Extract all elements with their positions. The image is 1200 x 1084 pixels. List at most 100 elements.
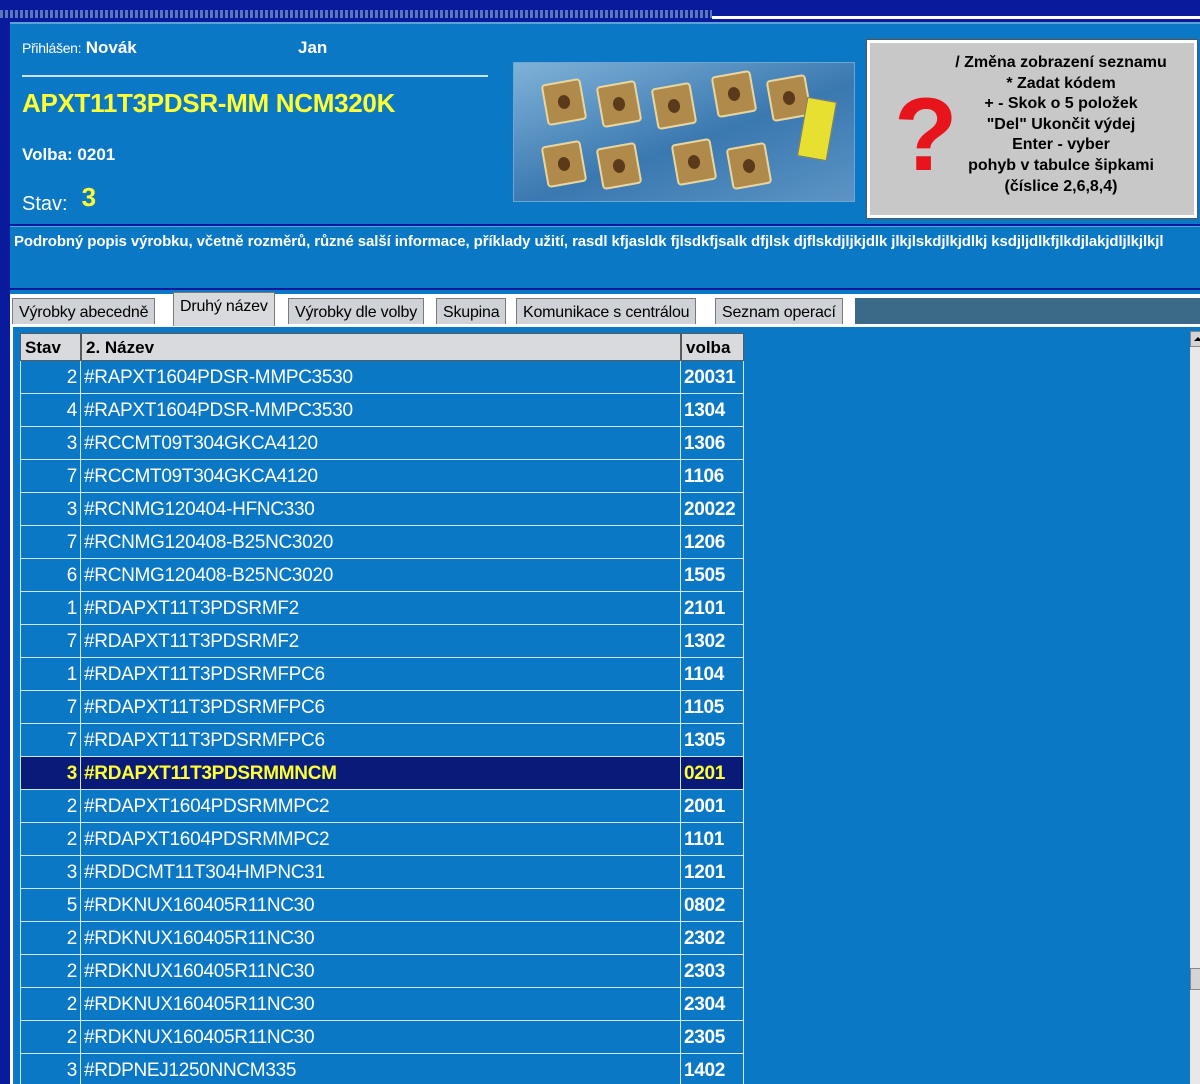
tab-vyrobky-abecedne[interactable]: Výrobky abecedně — [12, 298, 156, 326]
row-stav-cell: 2 — [20, 823, 81, 856]
table-row[interactable]: 7 #RDAPXT11T3PDSRMFPC6 1105 — [20, 691, 744, 724]
column-header-volba[interactable]: volba — [681, 333, 744, 361]
help-box: ? / Změna zobrazení seznamu * Zadat kóde… — [866, 39, 1198, 219]
table-row[interactable]: 3 #RCNMG120404-HFNC330 20022 — [20, 493, 744, 526]
row-volba-cell: 1106 — [681, 460, 744, 493]
row-name-cell: #RDDCMT11T304HMPNC31 — [81, 856, 681, 889]
row-volba-cell: 1206 — [681, 526, 744, 559]
help-line: pohyb v tabulce šipkami — [968, 156, 1154, 174]
vertical-scrollbar[interactable] — [1190, 331, 1200, 1084]
row-name-cell: #RDKNUX160405R11NC30 — [81, 988, 681, 1021]
row-stav-cell: 1 — [20, 592, 81, 625]
row-stav-cell: 3 — [20, 856, 81, 889]
table-row[interactable]: 3 #RDDCMT11T304HMPNC31 1201 — [20, 856, 744, 889]
row-volba-cell: 2001 — [681, 790, 744, 823]
tab-druhy-nazev[interactable]: Druhý název — [173, 292, 275, 326]
scroll-thumb[interactable] — [1190, 968, 1200, 990]
title-strip — [0, 0, 1200, 20]
tab-bar: Výrobky abecedně Druhý název Výrobky dle… — [10, 292, 1200, 326]
help-line: * Zadat kódem — [1006, 74, 1116, 92]
tab-skupina[interactable]: Skupina — [436, 298, 507, 326]
row-name-cell: #RDKNUX160405R11NC30 — [81, 1021, 681, 1054]
table-row[interactable]: 7 #RCNMG120408-B25NC3020 1206 — [20, 526, 744, 559]
insert-image — [595, 79, 643, 129]
tab-seznam-operaci[interactable]: Seznam operací — [715, 298, 843, 326]
table-row[interactable]: 7 #RDAPXT11T3PDSRMFPC6 1305 — [20, 724, 744, 757]
title-strip-line — [712, 16, 1200, 19]
tab-vyrobky-dle-volby[interactable]: Výrobky dle volby — [288, 298, 424, 326]
header-divider — [22, 75, 488, 77]
table-row[interactable]: 2 #RDKNUX160405R11NC30 2304 — [20, 988, 744, 1021]
row-stav-cell: 7 — [20, 460, 81, 493]
stav-info: Stav: 3 — [22, 182, 96, 217]
table-row[interactable]: 3 #RDPNEJ1250NNCM335 1402 — [20, 1054, 744, 1084]
help-line: / Změna zobrazení seznamu — [955, 54, 1167, 71]
row-name-cell: #RDAPXT11T3PDSRMF2 — [81, 592, 681, 625]
row-volba-cell: 2305 — [681, 1021, 744, 1054]
table-row[interactable]: 7 #RDAPXT11T3PDSRMF2 1302 — [20, 625, 744, 658]
row-stav-cell: 6 — [20, 559, 81, 592]
table-row[interactable]: 5 #RDKNUX160405R11NC30 0802 — [20, 889, 744, 922]
login-label: Přihlášen: — [22, 40, 82, 56]
table-row[interactable]: 3 #RDAPXT11T3PDSRMMNCM 0201 — [20, 757, 744, 790]
product-table: Stav 2. Název volba 2 #RAPXT1604PDSR-MMPC… — [10, 324, 1200, 1084]
row-stav-cell: 3 — [20, 757, 81, 790]
row-volba-cell: 0802 — [681, 889, 744, 922]
table-row[interactable]: 6 #RCNMG120408-B25NC3020 1505 — [20, 559, 744, 592]
insert-image — [670, 137, 718, 187]
table-row[interactable]: 1 #RDAPXT11T3PDSRMFPC6 1104 — [20, 658, 744, 691]
table-row[interactable]: 2 #RAPXT1604PDSR-MMPC3530 20031 — [20, 361, 744, 394]
table-row[interactable]: 2 #RDKNUX160405R11NC30 2302 — [20, 922, 744, 955]
table-row[interactable]: 7 #RCCMT09T304GKCA4120 1106 — [20, 460, 744, 493]
row-stav-cell: 7 — [20, 625, 81, 658]
help-line: (číslice 2,6,8,4) — [1004, 177, 1118, 195]
insert-image — [540, 77, 588, 127]
column-header-stav[interactable]: Stav — [20, 333, 81, 361]
row-volba-cell: 2304 — [681, 988, 744, 1021]
row-name-cell: #RDKNUX160405R11NC30 — [81, 889, 681, 922]
row-volba-cell: 1305 — [681, 724, 744, 757]
table-row[interactable]: 2 #RDKNUX160405R11NC30 2303 — [20, 955, 744, 988]
table-header: Stav 2. Název volba — [20, 333, 744, 361]
row-stav-cell: 2 — [20, 1021, 81, 1054]
table-row[interactable]: 1 #RDAPXT11T3PDSRMF2 2101 — [20, 592, 744, 625]
table-row[interactable]: 2 #RDAPXT1604PDSRMMPC2 1101 — [20, 823, 744, 856]
row-stav-cell: 7 — [20, 691, 81, 724]
row-stav-cell: 2 — [20, 790, 81, 823]
row-stav-cell: 7 — [20, 526, 81, 559]
row-name-cell: #RDAPXT11T3PDSRMFPC6 — [81, 691, 681, 724]
row-name-cell: #RDKNUX160405R11NC30 — [81, 955, 681, 988]
row-name-cell: #RCNMG120408-B25NC3020 — [81, 559, 681, 592]
product-photo — [513, 62, 855, 202]
row-name-cell: #RDKNUX160405R11NC30 — [81, 922, 681, 955]
table-row[interactable]: 2 #RDAPXT1604PDSRMMPC2 2001 — [20, 790, 744, 823]
row-stav-cell: 3 — [20, 1054, 81, 1084]
scroll-up-icon[interactable] — [1190, 331, 1200, 347]
table-row[interactable]: 4 #RAPXT1604PDSR-MMPC3530 1304 — [20, 394, 744, 427]
product-description: Podrobný popis výrobku, včetně rozměrů, … — [14, 233, 1164, 250]
row-volba-cell: 1306 — [681, 427, 744, 460]
tab-komunikace[interactable]: Komunikace s centrálou — [516, 298, 697, 326]
help-lines: / Změna zobrazení seznamu * Zadat kódem … — [926, 53, 1196, 197]
row-name-cell: #RDPNEJ1250NNCM335 — [81, 1054, 681, 1084]
row-volba-cell: 1304 — [681, 394, 744, 427]
row-stav-cell: 2 — [20, 988, 81, 1021]
help-line: "Del" Ukončit výdej — [986, 115, 1136, 133]
row-name-cell: #RDAPXT11T3PDSRMFPC6 — [81, 724, 681, 757]
column-header-nazev[interactable]: 2. Název — [81, 333, 681, 361]
product-name: APXT11T3PDSR-MM NCM320K — [22, 88, 396, 118]
row-stav-cell: 5 — [20, 889, 81, 922]
stav-value: 3 — [81, 182, 97, 212]
table-row[interactable]: 3 #RCCMT09T304GKCA4120 1306 — [20, 427, 744, 460]
title-strip-dots — [0, 10, 712, 18]
row-name-cell: #RDAPXT11T3PDSRMFPC6 — [81, 658, 681, 691]
volba-text: Volba: 0201 — [22, 145, 116, 164]
row-volba-cell: 1402 — [681, 1054, 744, 1084]
row-stav-cell: 2 — [20, 955, 81, 988]
row-volba-cell: 1201 — [681, 856, 744, 889]
row-volba-cell: 1302 — [681, 625, 744, 658]
table-row[interactable]: 2 #RDKNUX160405R11NC30 2305 — [20, 1021, 744, 1054]
row-name-cell: #RDAPXT11T3PDSRMF2 — [81, 625, 681, 658]
row-stav-cell: 1 — [20, 658, 81, 691]
row-stav-cell: 3 — [20, 493, 81, 526]
